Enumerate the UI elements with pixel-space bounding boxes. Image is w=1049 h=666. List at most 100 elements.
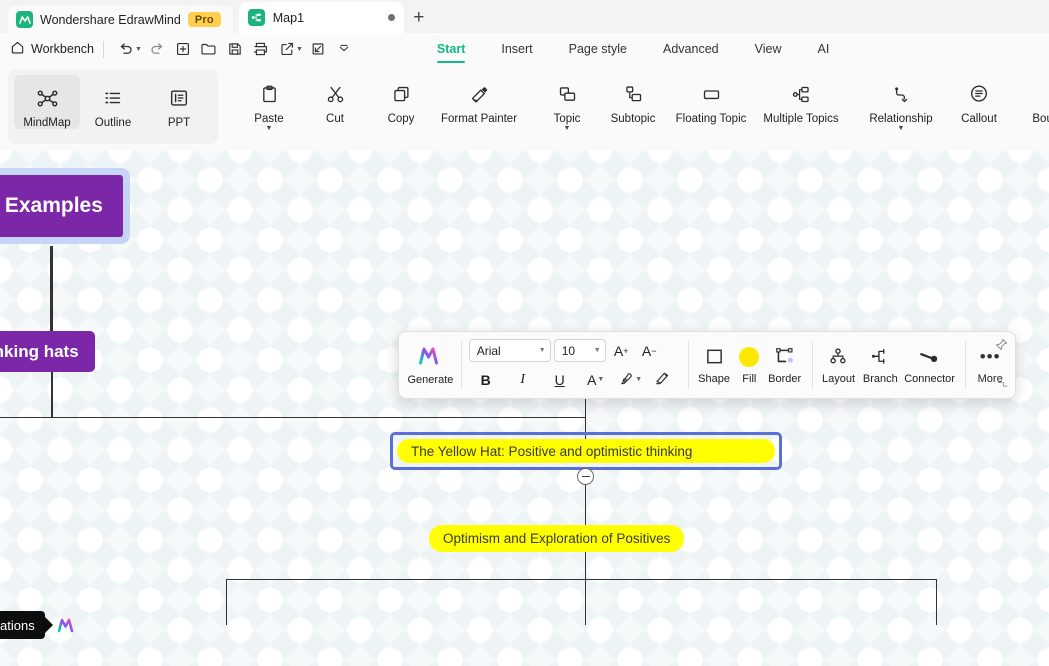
highlight-color-button[interactable]: ▼ xyxy=(615,368,647,392)
ribbon-label-subtopic: Subtopic xyxy=(610,113,656,125)
redo-icon[interactable] xyxy=(144,37,170,61)
border-button[interactable]: Border xyxy=(764,332,805,398)
decrease-font-size-button[interactable]: A − xyxy=(637,339,662,363)
ribbon-button-boundary[interactable]: Boundary xyxy=(1012,71,1049,125)
save-icon[interactable] xyxy=(222,37,248,61)
font-size-value: 10 xyxy=(561,343,576,358)
subtopic-icon xyxy=(623,79,644,109)
clear-format-icon xyxy=(654,370,670,389)
undo-dropdown-caret[interactable]: ▼ xyxy=(135,46,142,53)
layout-button[interactable]: Layout xyxy=(818,332,859,398)
ribbon-button-mindmap[interactable]: MindMap xyxy=(14,75,80,129)
ribbon-button-copy[interactable]: Copy xyxy=(368,71,434,125)
tab-ai[interactable]: AI xyxy=(799,33,847,65)
import-icon[interactable] xyxy=(305,37,331,61)
ribbon-button-outline[interactable]: Outline xyxy=(80,75,146,129)
ribbon-label-relationship: Relationship xyxy=(869,113,933,125)
scissors-icon xyxy=(325,79,346,109)
font-size-select[interactable]: 10 ▼ xyxy=(553,339,606,362)
fill-color-button[interactable]: Fill xyxy=(735,332,765,398)
ribbon-button-subtopic[interactable]: Subtopic xyxy=(600,71,666,125)
topic-dropdown-caret[interactable]: ▼ xyxy=(564,125,571,132)
connector-icon xyxy=(918,344,942,370)
underline-button[interactable]: U xyxy=(543,368,577,392)
multiple-topics-icon xyxy=(790,79,812,109)
toolbar-divider-c xyxy=(812,341,813,389)
connector-button[interactable]: Connector xyxy=(902,332,958,398)
ribbon-label-callout: Callout xyxy=(961,113,997,125)
connector-leaf-1-drop xyxy=(226,579,228,625)
new-tab-button[interactable]: + xyxy=(404,2,434,33)
workbench-button[interactable]: Workbench xyxy=(10,40,94,58)
layout-icon xyxy=(828,344,848,370)
print-icon[interactable] xyxy=(248,37,274,61)
new-document-icon[interactable] xyxy=(170,37,196,61)
ribbon-button-callout[interactable]: Callout xyxy=(946,71,1012,125)
ai-generate-label: Generate xyxy=(407,373,454,386)
ai-hint-tooltip[interactable]: ations xyxy=(0,611,53,639)
style-row: B I U A ▼ ▼ xyxy=(469,367,675,393)
tab-advanced[interactable]: Advanced xyxy=(645,33,737,65)
font-row: Arial ▼ 10 ▼ A + A − xyxy=(468,338,675,364)
shape-button[interactable]: Shape xyxy=(694,332,735,398)
ribbon-group-extras: Relationship ▼ Callout Boundary xyxy=(856,65,1049,150)
ribbon-button-ppt[interactable]: PPT xyxy=(146,75,212,129)
paste-dropdown-caret[interactable]: ▼ xyxy=(266,125,273,132)
font-family-select[interactable]: Arial ▼ xyxy=(468,339,551,362)
border-label: Border xyxy=(768,372,802,385)
ribbon-label-topic: Topic xyxy=(553,113,581,125)
tab-view[interactable]: View xyxy=(737,33,800,65)
ribbon-label-boundary: Boundary xyxy=(1032,113,1049,125)
app-title: Wondershare EdrawMind xyxy=(40,12,181,27)
mindmap-level1-topic[interactable]: ix thinking hats xyxy=(0,331,95,372)
chevron-down-icon: ▼ xyxy=(597,376,605,383)
clear-formatting-button[interactable] xyxy=(650,368,675,392)
ai-sparkle-icon[interactable] xyxy=(57,615,77,640)
ribbon-button-topic[interactable]: Topic ▼ xyxy=(534,71,600,132)
collapse-toggle-button[interactable] xyxy=(577,468,594,485)
highlighter-icon xyxy=(619,371,634,389)
ai-generate-button[interactable]: Generate xyxy=(405,332,456,398)
bold-button[interactable]: B xyxy=(469,368,503,392)
font-color-button[interactable]: A ▼ xyxy=(580,368,612,392)
toolbar-resize-grip[interactable] xyxy=(997,377,1008,391)
chevron-down-icon: ▼ xyxy=(593,347,601,354)
copy-icon xyxy=(391,79,412,109)
app-identity-chip[interactable]: Wondershare EdrawMind Pro xyxy=(8,6,233,33)
tab-page-style[interactable]: Page style xyxy=(551,33,645,65)
ribbon-label-mindmap: MindMap xyxy=(23,117,71,129)
document-tab-map1[interactable]: Map1 xyxy=(238,2,404,33)
mindmap-canvas[interactable]: nking Examples ix thinking hats The Yell… xyxy=(0,150,1049,666)
selected-topic-frame[interactable]: The Yellow Hat: Positive and optimistic … xyxy=(390,432,782,470)
increase-font-size-button[interactable]: A + xyxy=(609,339,634,363)
tab-start[interactable]: Start xyxy=(419,33,483,65)
ribbon-button-relationship[interactable]: Relationship ▼ xyxy=(856,71,946,132)
branch-button[interactable]: Branch xyxy=(859,332,902,398)
pin-toolbar-icon[interactable] xyxy=(995,338,1008,356)
pro-badge: Pro xyxy=(187,12,221,27)
ribbon-button-cut[interactable]: Cut xyxy=(302,71,368,125)
ppt-icon xyxy=(168,83,190,113)
menu-bar: Workbench ▼ ▼ Start Insert Page style Ad… xyxy=(0,33,1049,65)
topic-icon xyxy=(557,79,578,109)
relationship-dropdown-caret[interactable]: ▼ xyxy=(898,125,905,132)
font-color-label: A xyxy=(587,371,597,388)
outline-icon xyxy=(102,83,124,113)
mindmap-level3-topic[interactable]: Optimism and Exploration of Positives xyxy=(429,525,685,552)
open-folder-icon[interactable] xyxy=(196,37,222,61)
floating-format-toolbar[interactable]: Generate Arial ▼ 10 ▼ A + A − B I U A ▼ … xyxy=(398,331,1016,399)
ribbon-button-format-painter[interactable]: Format Painter xyxy=(434,71,524,125)
text-format-controls: Arial ▼ 10 ▼ A + A − B I U A ▼ ▼ xyxy=(467,332,677,398)
mindmap-selected-topic[interactable]: The Yellow Hat: Positive and optimistic … xyxy=(397,439,775,463)
italic-button[interactable]: I xyxy=(506,368,540,392)
chevron-down-icon: ▼ xyxy=(538,347,546,354)
share-dropdown-caret[interactable]: ▼ xyxy=(296,46,303,53)
ribbon-button-floating-topic[interactable]: Floating Topic xyxy=(666,71,756,125)
mindmap-root-topic[interactable]: nking Examples xyxy=(0,175,123,237)
decrease-font-size-label: A xyxy=(641,342,652,359)
ribbon-group-clipboard: Paste ▼ Cut Copy Format Painter xyxy=(236,65,524,150)
ribbon-button-paste[interactable]: Paste ▼ xyxy=(236,71,302,132)
ribbon-button-multiple-topics[interactable]: Multiple Topics xyxy=(756,71,846,125)
more-quick-actions-icon[interactable] xyxy=(331,37,357,61)
tab-insert[interactable]: Insert xyxy=(483,33,550,65)
